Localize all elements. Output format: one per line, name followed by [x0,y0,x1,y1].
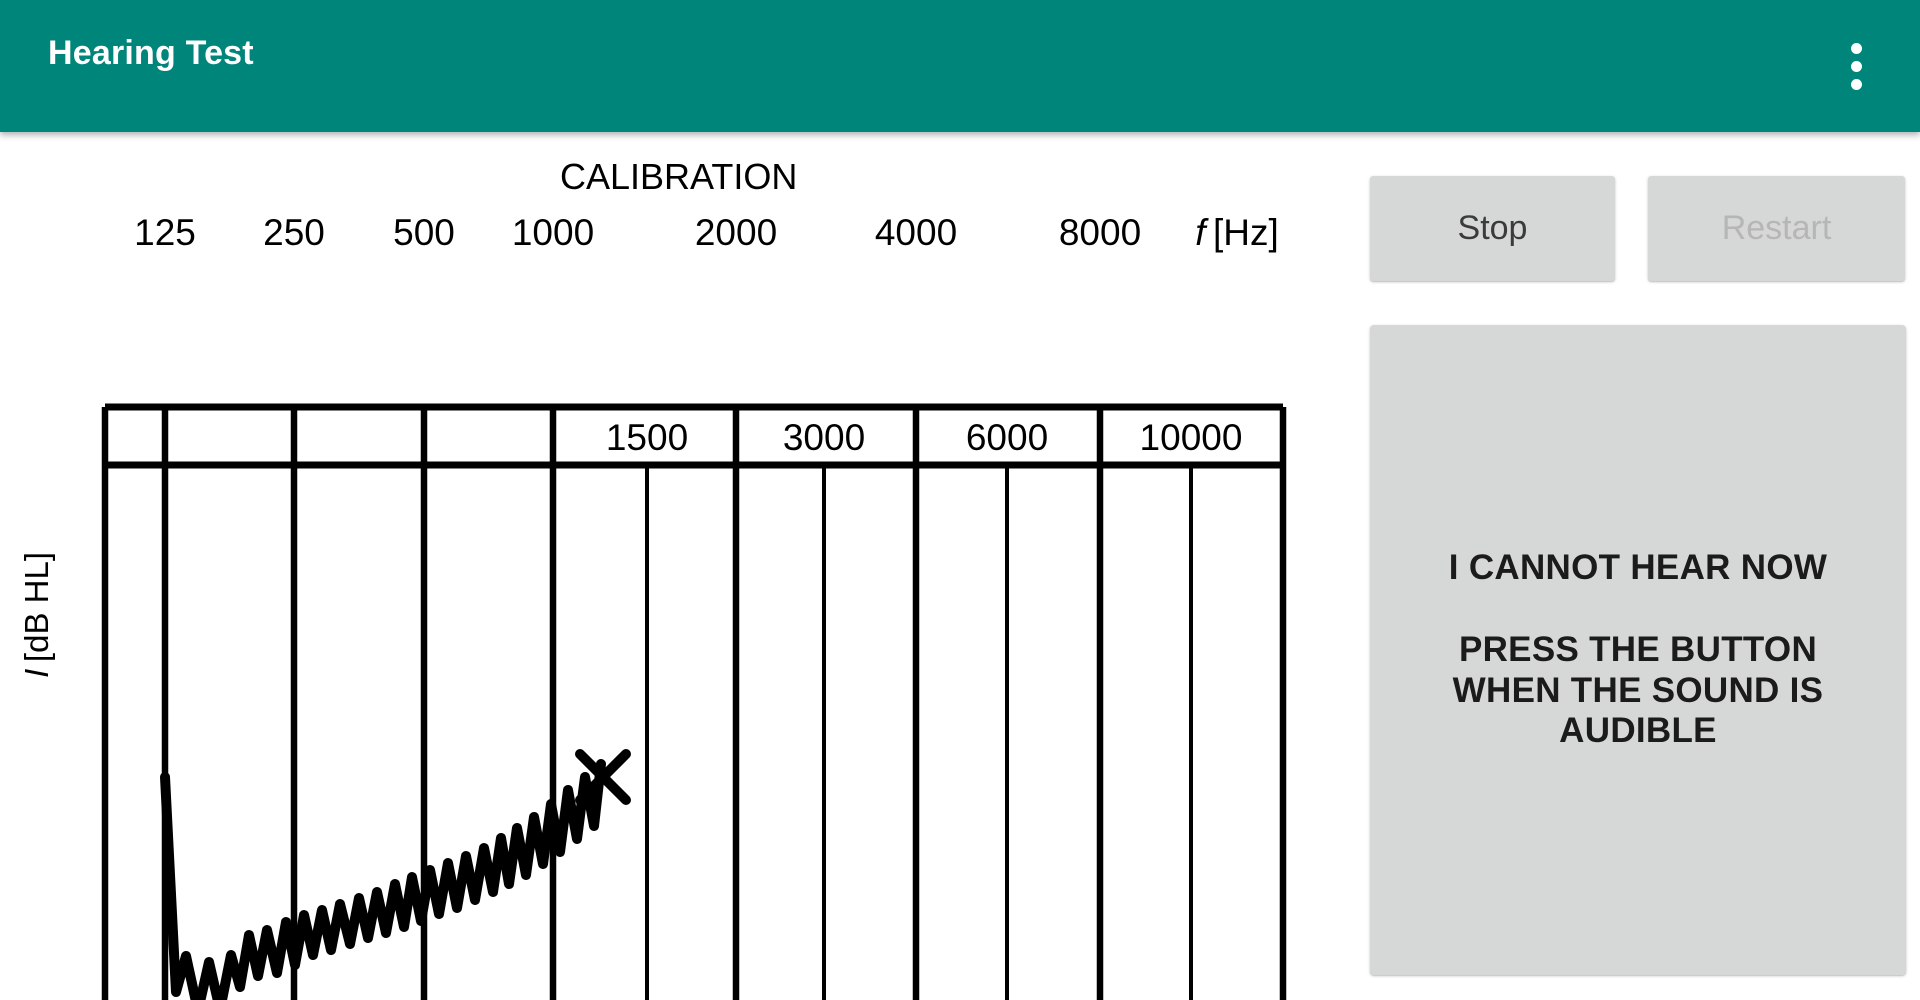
cannot-hear-label: I CANNOT HEAR NOW [1448,548,1828,588]
menu-dot [1850,78,1862,90]
stop-button[interactable]: Stop [1370,176,1615,281]
calibration-chart: CALIBRATION 125 250 500 1000 2000 4000 8000 f … [0,132,1330,1000]
menu-dot [1850,42,1862,54]
restart-button: Restart [1648,176,1905,281]
calibration-trace [160,759,606,1000]
page-title: Hearing Test [48,34,254,72]
more-vert-icon[interactable] [1820,30,1892,102]
hearing-test-screen: Hearing Test CALIBRATION 125 250 500 1000 20… [0,0,1920,1000]
cannot-hear-button[interactable]: I CANNOT HEAR NOW PRESS THE BUTTON WHEN … [1370,325,1906,975]
menu-dot [1850,60,1862,72]
press-instruction-label: PRESS THE BUTTON WHEN THE SOUND IS AUDIB… [1452,630,1824,751]
app-bar: Hearing Test [0,0,1920,132]
chart-grid [101,403,1287,1000]
